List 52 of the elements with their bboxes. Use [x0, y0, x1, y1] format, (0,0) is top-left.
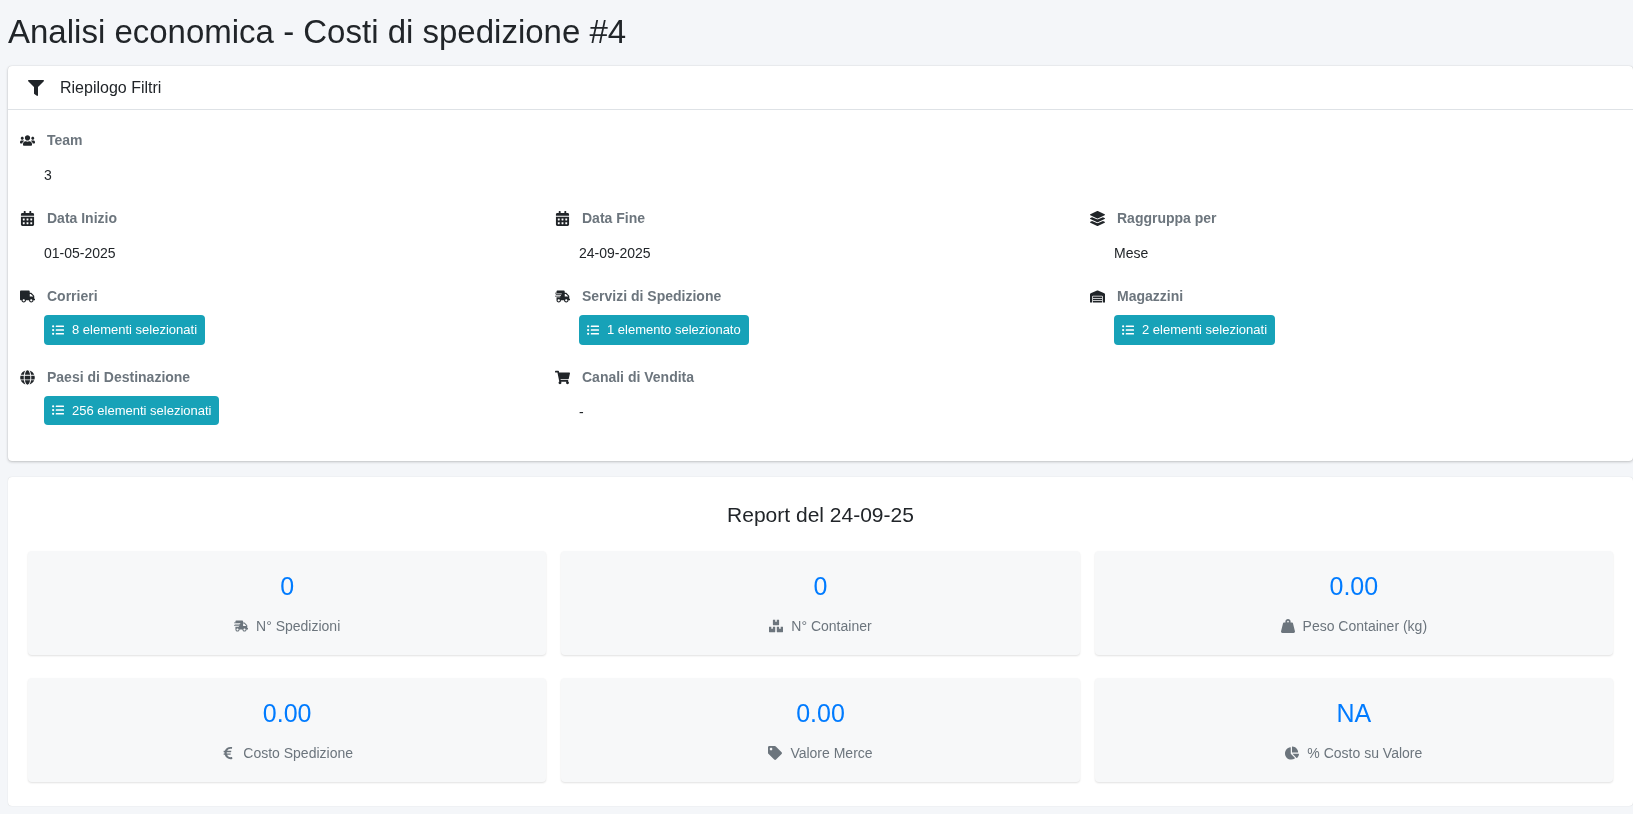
- stat-value: NA: [1336, 698, 1372, 730]
- page-title: Analisi economica - Costi di spedizione #4: [8, 12, 628, 52]
- fast-truck-icon: [234, 619, 249, 634]
- filter-label: Data Inizio: [47, 209, 117, 228]
- filter-value: -: [579, 402, 584, 422]
- filter-label: Team: [47, 131, 83, 150]
- filter-label: Canali di Vendita: [582, 367, 695, 387]
- card-title: Riepilogo Filtri: [60, 77, 162, 98]
- filter-value: 24-09-2025: [579, 244, 651, 263]
- selection-button[interactable]: 1 elemento selezionato: [579, 315, 749, 345]
- list-icon: [1122, 323, 1134, 336]
- stat-value: 0: [280, 571, 295, 603]
- filter-icon: [28, 79, 44, 96]
- stat-value: 0.00: [1329, 571, 1379, 603]
- stat-label: N° Spedizioni: [256, 616, 341, 636]
- filter-label: Magazzini: [1117, 287, 1184, 306]
- selection-button[interactable]: 2 elementi selezionati: [1114, 315, 1276, 345]
- cart-icon: [555, 369, 570, 385]
- filter-label: Data Fine: [582, 209, 645, 228]
- stat-value: 0: [813, 571, 828, 603]
- filter-value: Mese: [1114, 244, 1149, 263]
- stat-label: Valore Merce: [790, 743, 873, 763]
- filter-label: Servizi di Spedizione: [582, 287, 722, 306]
- filter-value: 3: [44, 166, 52, 185]
- users-icon: [20, 133, 35, 148]
- stat-label: N° Container: [791, 616, 872, 636]
- stat-label: % Costo su Valore: [1307, 743, 1423, 763]
- tag-icon: [768, 746, 783, 761]
- layers-icon: [1090, 211, 1105, 226]
- list-icon: [52, 323, 64, 336]
- calendar-icon: [555, 211, 570, 226]
- filter-label: Raggruppa per: [1117, 209, 1217, 228]
- selection-button[interactable]: 256 elementi selezionati: [44, 395, 220, 425]
- filter-label: Paesi di Destinazione: [47, 367, 191, 387]
- list-icon: [52, 404, 64, 417]
- weight-icon: [1280, 619, 1295, 634]
- boxes-icon: [769, 619, 784, 634]
- truck-icon: [20, 289, 35, 304]
- list-icon: [587, 323, 599, 336]
- filter-value: 01-05-2025: [44, 244, 116, 263]
- pie-chart-icon: [1285, 746, 1300, 761]
- report-title: Report del 24-09-25: [726, 502, 915, 528]
- warehouse-icon: [1090, 289, 1105, 304]
- fast-truck-icon: [555, 289, 570, 304]
- stat-label: Peso Container (kg): [1302, 616, 1428, 636]
- stat-value: 0.00: [796, 698, 845, 730]
- filter-label: Corrieri: [47, 287, 98, 306]
- calendar-icon: [20, 211, 35, 226]
- selection-button[interactable]: 8 elementi selezionati: [44, 315, 206, 345]
- stat-label: Costo Spedizione: [243, 743, 354, 763]
- stat-value: 0.00: [262, 698, 312, 730]
- globe-icon: [20, 369, 35, 385]
